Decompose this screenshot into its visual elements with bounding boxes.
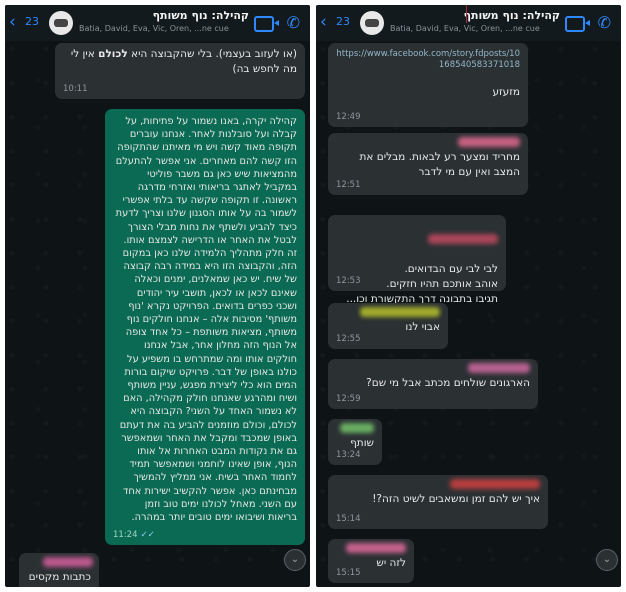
message-text: (או לעזוב בעצמי). בלי שהקבוצה היא לכולם … (70, 48, 297, 75)
message-time: 15:14 (336, 514, 361, 524)
group-title[interactable]: קהילה: נוף משותף (79, 9, 249, 22)
chat-screen-left: ‹ 23 קהילה: נוף משותף Batia, David, Eva,… (5, 5, 310, 587)
chat-header: ‹ 23 קהילה: נוף משותף Batia, David, Eva,… (316, 5, 621, 41)
sender-name-blurred (458, 137, 520, 147)
group-members[interactable]: Batia, David, Eva, Vic, Oren, ...ne cue (390, 24, 560, 33)
back-icon[interactable]: ‹ (320, 13, 327, 31)
sender-name-blurred (468, 363, 530, 373)
chat-screen-right: ‹ 23 קהילה: נוף משותף Batia, David, Eva,… (316, 5, 621, 587)
message-text: לבי לבי עם הבדואים. אוהב אותכם תהיו חזקי… (346, 263, 498, 305)
message-bubble[interactable]: הארגונים שולחים מכתב אבל מי שם? 12:59 (328, 359, 538, 409)
message-text: קהילה יקרה, באנו נשמור על פתיחות, על קבל… (115, 116, 297, 524)
scroll-down-icon[interactable]: ⌄ (284, 549, 306, 571)
sender-name-blurred (360, 307, 440, 317)
outgoing-message-bubble[interactable]: קהילה יקרה, באנו נשמור על פתיחות, על קבל… (105, 109, 305, 545)
divider-mark (466, 5, 467, 23)
read-receipt-icon: ✓✓ (140, 530, 155, 540)
message-text: כתבות מקסים (28, 571, 91, 583)
message-time: 11:24 ✓✓ (113, 530, 155, 540)
message-time: 10:11 (63, 84, 88, 94)
message-text: איך יש להם זמן ומשאבים לשיט הזה?! (372, 493, 540, 505)
message-text: אבוי לנו (405, 321, 440, 333)
group-avatar[interactable] (49, 11, 73, 35)
message-bubble[interactable]: שותף 13:24 (328, 419, 382, 465)
phone-call-icon[interactable]: ✆ (598, 13, 611, 32)
message-time: 15:15 (336, 568, 361, 578)
phone-call-icon[interactable]: ✆ (287, 13, 300, 32)
group-avatar[interactable] (360, 11, 384, 35)
scroll-down-icon[interactable]: ⌄ (596, 549, 618, 571)
sender-name-blurred (346, 543, 406, 553)
message-time: 12:55 (336, 334, 361, 344)
message-bubble[interactable]: איך יש להם זמן ומשאבים לשיט הזה?! 15:14 (328, 475, 548, 529)
message-bubble[interactable]: לבי לבי עם הבדואים. אוהב אותכם תהיו חזקי… (328, 215, 506, 305)
message-text: מזעזע (492, 86, 520, 98)
group-title[interactable]: קהילה: נוף משותף (390, 9, 560, 22)
back-icon[interactable]: ‹ (9, 13, 16, 31)
chat-header: ‹ 23 קהילה: נוף משותף Batia, David, Eva,… (5, 5, 310, 41)
message-bubble[interactable]: אבוי לנו 12:55 (328, 303, 448, 349)
message-text: מחריד ומצער רע לבאות. מבלים את המצב ואין… (359, 151, 520, 178)
video-call-icon[interactable] (565, 16, 590, 32)
message-bubble[interactable]: (או לעזוב בעצמי). בלי שהקבוצה היא לכולם … (55, 43, 305, 99)
sender-name-blurred (43, 557, 93, 567)
sender-name-blurred (340, 423, 374, 433)
message-time: 12:53 (336, 276, 361, 286)
message-bubble[interactable]: מחריד ומצער רע לבאות. מבלים את המצב ואין… (328, 133, 528, 195)
unread-count[interactable]: 23 (25, 15, 39, 28)
sender-name-blurred (428, 234, 498, 244)
message-link[interactable]: https://www.facebook.com/story.fdposts/1… (336, 49, 520, 71)
message-text: הארגונים שולחים מכתב אבל מי שם? (366, 377, 530, 389)
message-time: 12:51 (336, 180, 361, 190)
message-bubble[interactable]: כתבות מקסים (19, 553, 99, 587)
video-call-icon[interactable] (254, 16, 279, 32)
unread-count[interactable]: 23 (336, 15, 350, 28)
message-bubble[interactable]: https://www.facebook.com/story.fdposts/1… (328, 43, 528, 127)
sender-name-blurred (450, 479, 540, 489)
group-members[interactable]: Batia, David, Eva, Vic, Oren, ...ne cue (79, 24, 249, 33)
message-time: 12:59 (336, 394, 361, 404)
message-time: 12:49 (336, 112, 361, 122)
message-text: לזה יש (376, 557, 406, 569)
message-bubble[interactable]: לזה יש 15:15 (328, 539, 414, 583)
message-time: 13:24 (336, 450, 361, 460)
